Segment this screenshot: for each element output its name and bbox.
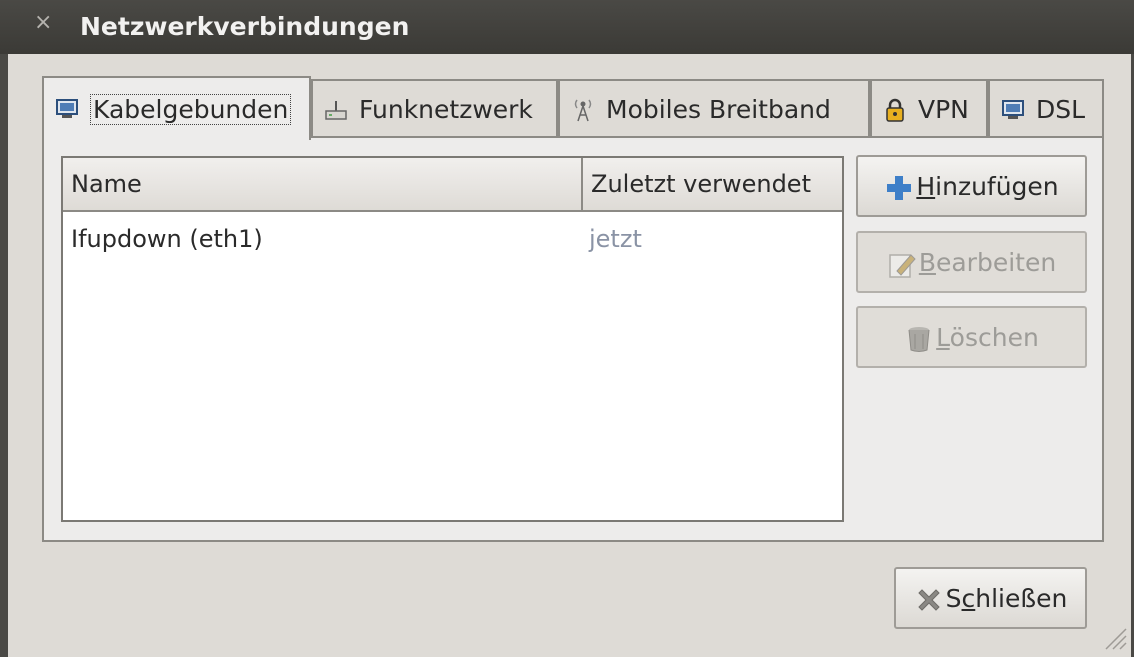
antenna-icon bbox=[570, 97, 596, 123]
lock-icon bbox=[882, 97, 908, 123]
close-x-icon bbox=[914, 585, 940, 611]
pencil-icon bbox=[887, 249, 916, 278]
edit-button[interactable]: Bearbeiten bbox=[856, 231, 1087, 293]
delete-button[interactable]: Löschen bbox=[856, 306, 1087, 368]
add-button-label: Hinzufügen bbox=[916, 171, 1059, 201]
column-header-last-used[interactable]: Zuletzt verwendet bbox=[583, 158, 842, 212]
delete-button-label: Löschen bbox=[936, 322, 1039, 352]
window-border-left bbox=[0, 54, 8, 657]
tab-kabelgebunden[interactable]: Kabelgebunden bbox=[42, 76, 311, 140]
column-header-name[interactable]: Name bbox=[63, 158, 583, 212]
connection-name: Ifupdown (eth1) bbox=[71, 225, 263, 253]
close-button-label: Schließen bbox=[945, 583, 1068, 613]
tab-mobiles-breitband[interactable]: Mobiles Breitband bbox=[558, 79, 870, 138]
tab-label: Funknetzwerk bbox=[359, 95, 533, 124]
close-button[interactable]: Schließen bbox=[894, 567, 1087, 629]
tab-dsl[interactable]: DSL bbox=[988, 79, 1104, 138]
connection-last-used: jetzt bbox=[589, 225, 642, 253]
column-header-label: Zuletzt verwendet bbox=[591, 170, 811, 198]
column-header-label: Name bbox=[71, 170, 142, 198]
tab-funknetzwerk[interactable]: Funknetzwerk bbox=[311, 79, 558, 138]
tab-vpn[interactable]: VPN bbox=[870, 79, 988, 138]
connections-table[interactable]: Name Zuletzt verwendet Ifupdown (eth1) j… bbox=[61, 156, 844, 522]
resize-grip-icon[interactable] bbox=[1100, 623, 1128, 651]
tab-label: VPN bbox=[918, 95, 969, 124]
wired-network-icon bbox=[54, 96, 80, 122]
window-title: Netzwerkverbindungen bbox=[80, 12, 410, 41]
dsl-network-icon bbox=[1000, 97, 1026, 123]
close-window-icon[interactable]: × bbox=[34, 12, 52, 34]
tab-label: Mobiles Breitband bbox=[606, 95, 831, 124]
network-connections-window: × Netzwerkverbindungen Kabelgebunden Fun… bbox=[0, 0, 1134, 657]
plus-icon bbox=[884, 173, 912, 200]
add-button[interactable]: Hinzufügen bbox=[856, 155, 1087, 217]
title-bar: × Netzwerkverbindungen bbox=[0, 0, 1134, 54]
tab-label: Kabelgebunden bbox=[90, 93, 292, 125]
edit-button-label: Bearbeiten bbox=[918, 247, 1057, 277]
tab-label: DSL bbox=[1036, 95, 1086, 124]
wireless-router-icon bbox=[323, 97, 349, 123]
trash-icon bbox=[904, 324, 930, 352]
